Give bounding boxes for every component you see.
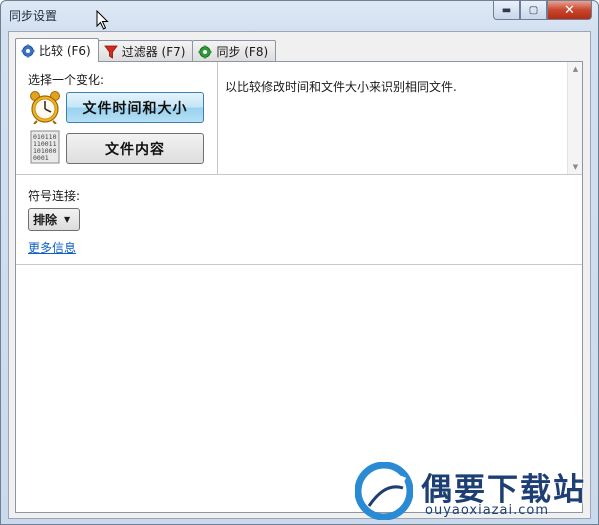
tab-sync-label: 同步 (F8) [216, 45, 269, 59]
alarm-clock-icon[interactable] [28, 90, 62, 125]
gear-icon [21, 44, 35, 57]
chevron-down-icon: ▼ [64, 215, 71, 224]
choose-variant-label: 选择一个变化: [28, 73, 105, 87]
watermark-logo-icon [355, 462, 413, 520]
binary-file-icon[interactable]: 010110 110011 101000 0001 [28, 130, 62, 164]
compare-variant-section: 选择一个变化: 文件时间和大小 010110 110011 101000 000… [16, 62, 582, 175]
watermark-url: ouyaoxiazai.com [425, 503, 549, 518]
tab-sync[interactable]: 同步 (F8) [192, 40, 277, 62]
minimize-button[interactable]: ▬ [493, 1, 520, 20]
client-area: 比较 (F6) 过滤器 (F7) 同步 (F8) 选择一个变化: 文件时间和大小… [8, 31, 591, 519]
tab-filter-label: 过滤器 (F7) [121, 45, 186, 59]
close-button[interactable]: ✕ [547, 1, 592, 20]
scroll-down-icon[interactable]: ▼ [568, 160, 583, 174]
window-controls: ▬ ▢ ✕ [493, 1, 592, 20]
scroll-up-icon[interactable]: ▲ [568, 62, 583, 76]
symlink-label: 符号连接: [28, 189, 81, 203]
more-info-link[interactable]: 更多信息 [28, 239, 76, 256]
variant-description: 以比较修改时间和文件大小来识别相同文件. [225, 80, 457, 94]
variant-chooser: 选择一个变化: 文件时间和大小 010110 110011 101000 000… [22, 62, 216, 175]
sync-settings-window: 同步设置 ▬ ▢ ✕ 比较 (F6) 过滤器 (F7) 同步 (F8) 选择一个… [0, 0, 599, 525]
file-time-size-button[interactable]: 文件时间和大小 [66, 92, 204, 123]
window-title: 同步设置 [9, 9, 58, 23]
title-bar[interactable]: 同步设置 ▬ ▢ ✕ [1, 1, 598, 29]
file-content-button[interactable]: 文件内容 [66, 133, 204, 164]
compare-panel: 选择一个变化: 文件时间和大小 010110 110011 101000 000… [15, 61, 583, 513]
site-watermark: 偶要下载站 ouyaoxiazai.com [355, 458, 595, 524]
tab-compare-label: 比较 (F6) [39, 44, 91, 58]
gear-green-icon [198, 45, 212, 58]
description-scrollbar[interactable]: ▲ ▼ [567, 62, 582, 174]
filter-icon [103, 45, 118, 59]
symlink-section: 符号连接: 排除 ▼ 更多信息 [16, 175, 582, 265]
tab-compare[interactable]: 比较 (F6) [15, 38, 99, 62]
tab-bar: 比较 (F6) 过滤器 (F7) 同步 (F8) [15, 38, 277, 62]
symlink-value: 排除 [33, 213, 58, 227]
maximize-button[interactable]: ▢ [520, 1, 547, 20]
description-box: 以比较修改时间和文件大小来识别相同文件. ▲ ▼ [218, 62, 582, 175]
tab-filter[interactable]: 过滤器 (F7) [97, 40, 194, 62]
binary-line: 0001 [33, 154, 49, 162]
symlink-dropdown[interactable]: 排除 ▼ [28, 208, 80, 231]
mouse-cursor-icon [96, 10, 109, 30]
